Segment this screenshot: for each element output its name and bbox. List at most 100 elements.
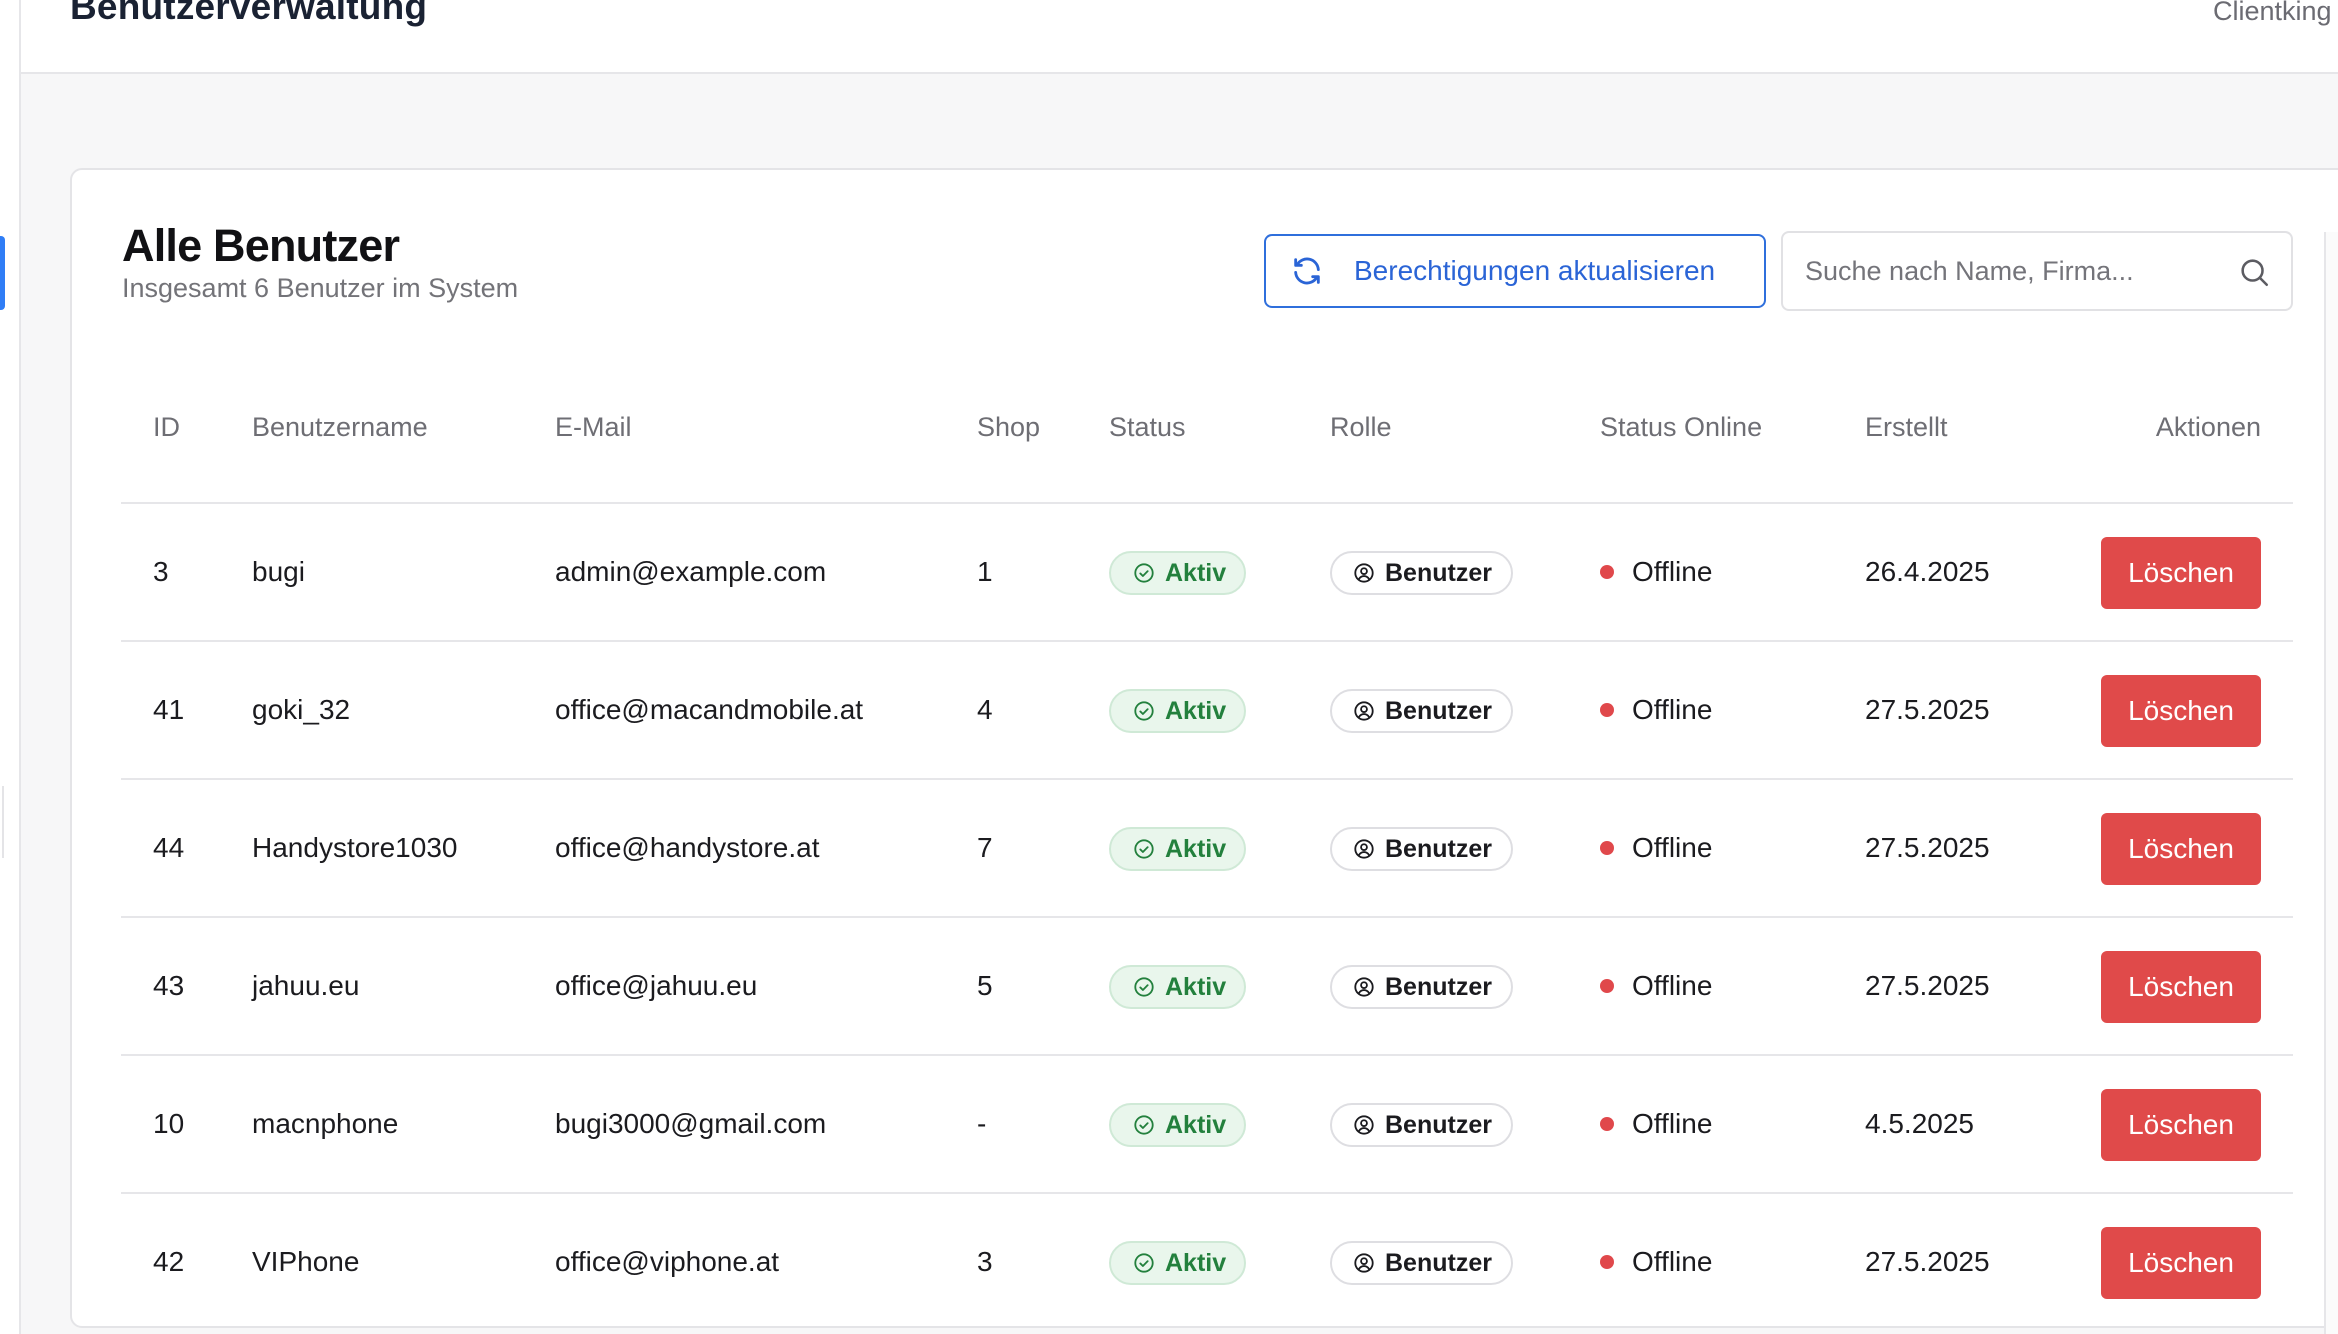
role-label: Benutzer xyxy=(1385,1110,1492,1139)
status-label: Aktiv xyxy=(1165,1110,1227,1139)
header-actions: Aktionen xyxy=(2155,412,2261,442)
online-label: Offline xyxy=(1632,556,1713,587)
role-badge: Benutzer xyxy=(1330,965,1513,1009)
cell-id: 41 xyxy=(153,694,185,725)
sidebar-active-indicator[interactable] xyxy=(0,236,5,310)
role-badge: Benutzer xyxy=(1330,689,1513,733)
role-badge: Benutzer xyxy=(1330,827,1513,871)
sidebar-divider xyxy=(0,786,4,858)
cell-created: 26.4.2025 xyxy=(1865,556,1990,587)
status-dot-icon xyxy=(1600,1117,1614,1131)
check-circle-icon xyxy=(1134,1115,1154,1135)
search-icon[interactable] xyxy=(2237,255,2271,289)
card-subtitle: Insgesamt 6 Benutzer im System xyxy=(122,273,519,303)
cell-username: goki_32 xyxy=(252,694,351,725)
user-circle-icon xyxy=(1354,563,1374,583)
role-label: Benutzer xyxy=(1385,696,1492,725)
account-name[interactable]: Clientking xyxy=(2213,0,2332,27)
delete-button[interactable]: Löschen xyxy=(2101,813,2261,885)
online-status: Offline xyxy=(1600,832,1712,864)
header-status[interactable]: Status xyxy=(1109,412,1186,443)
delete-button[interactable]: Löschen xyxy=(2101,675,2261,747)
refresh-permissions-label: Berechtigungen aktualisieren xyxy=(1354,255,1716,286)
header-shop[interactable]: Shop xyxy=(977,412,1040,443)
scrollbar[interactable] xyxy=(2324,232,2338,1334)
delete-button[interactable]: Löschen xyxy=(2101,951,2261,1023)
online-status: Offline xyxy=(1600,1246,1712,1278)
cell-id: 3 xyxy=(153,556,169,587)
header-id[interactable]: ID xyxy=(153,412,180,443)
role-badge: Benutzer xyxy=(1330,551,1513,595)
cell-id: 44 xyxy=(153,832,185,863)
cell-username: bugi xyxy=(252,556,305,587)
search-input[interactable] xyxy=(1805,247,2225,295)
delete-button[interactable]: Löschen xyxy=(2101,537,2261,609)
table-row[interactable]: 3 bugi admin@example.com 1 Aktiv Benutze… xyxy=(121,504,2293,642)
role-label: Benutzer xyxy=(1385,972,1492,1001)
status-badge: Aktiv xyxy=(1109,551,1246,595)
check-circle-icon xyxy=(1134,977,1154,997)
status-dot-icon xyxy=(1600,979,1614,993)
status-dot-icon xyxy=(1600,703,1614,717)
search-box[interactable] xyxy=(1781,231,2293,311)
online-label: Offline xyxy=(1632,694,1713,725)
status-label: Aktiv xyxy=(1165,1248,1227,1277)
status-badge: Aktiv xyxy=(1109,1103,1246,1147)
online-label: Offline xyxy=(1632,832,1713,863)
table-header: ID Benutzername E-Mail Shop Status Rolle… xyxy=(121,366,2293,504)
cell-email: office@macandmobile.at xyxy=(555,694,864,725)
cell-username: macnphone xyxy=(252,1108,399,1139)
cell-shop: 4 xyxy=(977,694,993,725)
online-status: Offline xyxy=(1600,694,1712,726)
refresh-icon xyxy=(1290,254,1324,288)
header-created[interactable]: Erstellt xyxy=(1865,412,1948,443)
cell-email: admin@example.com xyxy=(555,556,827,587)
cell-email: bugi3000@gmail.com xyxy=(555,1108,827,1139)
header-status-online[interactable]: Status Online xyxy=(1600,412,1762,443)
cell-created: 27.5.2025 xyxy=(1865,694,1990,725)
online-status: Offline xyxy=(1600,1108,1712,1140)
cell-username: VIPhone xyxy=(252,1246,360,1277)
cell-email: office@handystore.at xyxy=(555,832,820,863)
cell-id: 42 xyxy=(153,1246,185,1277)
refresh-permissions-button[interactable]: Berechtigungen aktualisieren xyxy=(1264,234,1766,308)
status-badge: Aktiv xyxy=(1109,965,1246,1009)
cell-username: Handystore1030 xyxy=(252,832,458,863)
user-circle-icon xyxy=(1354,977,1374,997)
cell-email: office@viphone.at xyxy=(555,1246,780,1277)
delete-button[interactable]: Löschen xyxy=(2101,1227,2261,1299)
cell-shop: 3 xyxy=(977,1246,993,1277)
cell-shop: 1 xyxy=(977,556,993,587)
check-circle-icon xyxy=(1134,701,1154,721)
table-row[interactable]: 42 VIPhone office@viphone.at 3 Aktiv Ben… xyxy=(121,1194,2293,1332)
cell-username: jahuu.eu xyxy=(252,970,360,1001)
role-badge: Benutzer xyxy=(1330,1103,1513,1147)
table-row[interactable]: 10 macnphone bugi3000@gmail.com - Aktiv … xyxy=(121,1056,2293,1194)
table-row[interactable]: 41 goki_32 office@macandmobile.at 4 Akti… xyxy=(121,642,2293,780)
check-circle-icon xyxy=(1134,1253,1154,1273)
online-label: Offline xyxy=(1632,970,1713,1001)
table-row[interactable]: 43 jahuu.eu office@jahuu.eu 5 Aktiv Benu… xyxy=(121,918,2293,1056)
online-label: Offline xyxy=(1632,1246,1713,1277)
cell-shop: - xyxy=(977,1108,987,1139)
header-username[interactable]: Benutzername xyxy=(252,412,428,443)
card-title: Alle Benutzer xyxy=(122,220,400,271)
check-circle-icon xyxy=(1134,839,1154,859)
status-label: Aktiv xyxy=(1165,834,1227,863)
status-dot-icon xyxy=(1600,1255,1614,1269)
status-dot-icon xyxy=(1600,841,1614,855)
cell-created: 27.5.2025 xyxy=(1865,970,1990,1001)
sidebar xyxy=(0,0,21,1334)
delete-button[interactable]: Löschen xyxy=(2101,1089,2261,1161)
table-row[interactable]: 44 Handystore1030 office@handystore.at 7… xyxy=(121,780,2293,918)
status-badge: Aktiv xyxy=(1109,827,1246,871)
users-card: Alle Benutzer Insgesamt 6 Benutzer im Sy… xyxy=(70,168,2338,1328)
online-status: Offline xyxy=(1600,970,1712,1002)
header-email[interactable]: E-Mail xyxy=(555,412,632,443)
user-circle-icon xyxy=(1354,1115,1374,1135)
role-label: Benutzer xyxy=(1385,558,1492,587)
role-label: Benutzer xyxy=(1385,1248,1492,1277)
cell-id: 43 xyxy=(153,970,185,1001)
users-table: ID Benutzername E-Mail Shop Status Rolle… xyxy=(121,366,2293,1332)
header-role[interactable]: Rolle xyxy=(1330,412,1392,443)
